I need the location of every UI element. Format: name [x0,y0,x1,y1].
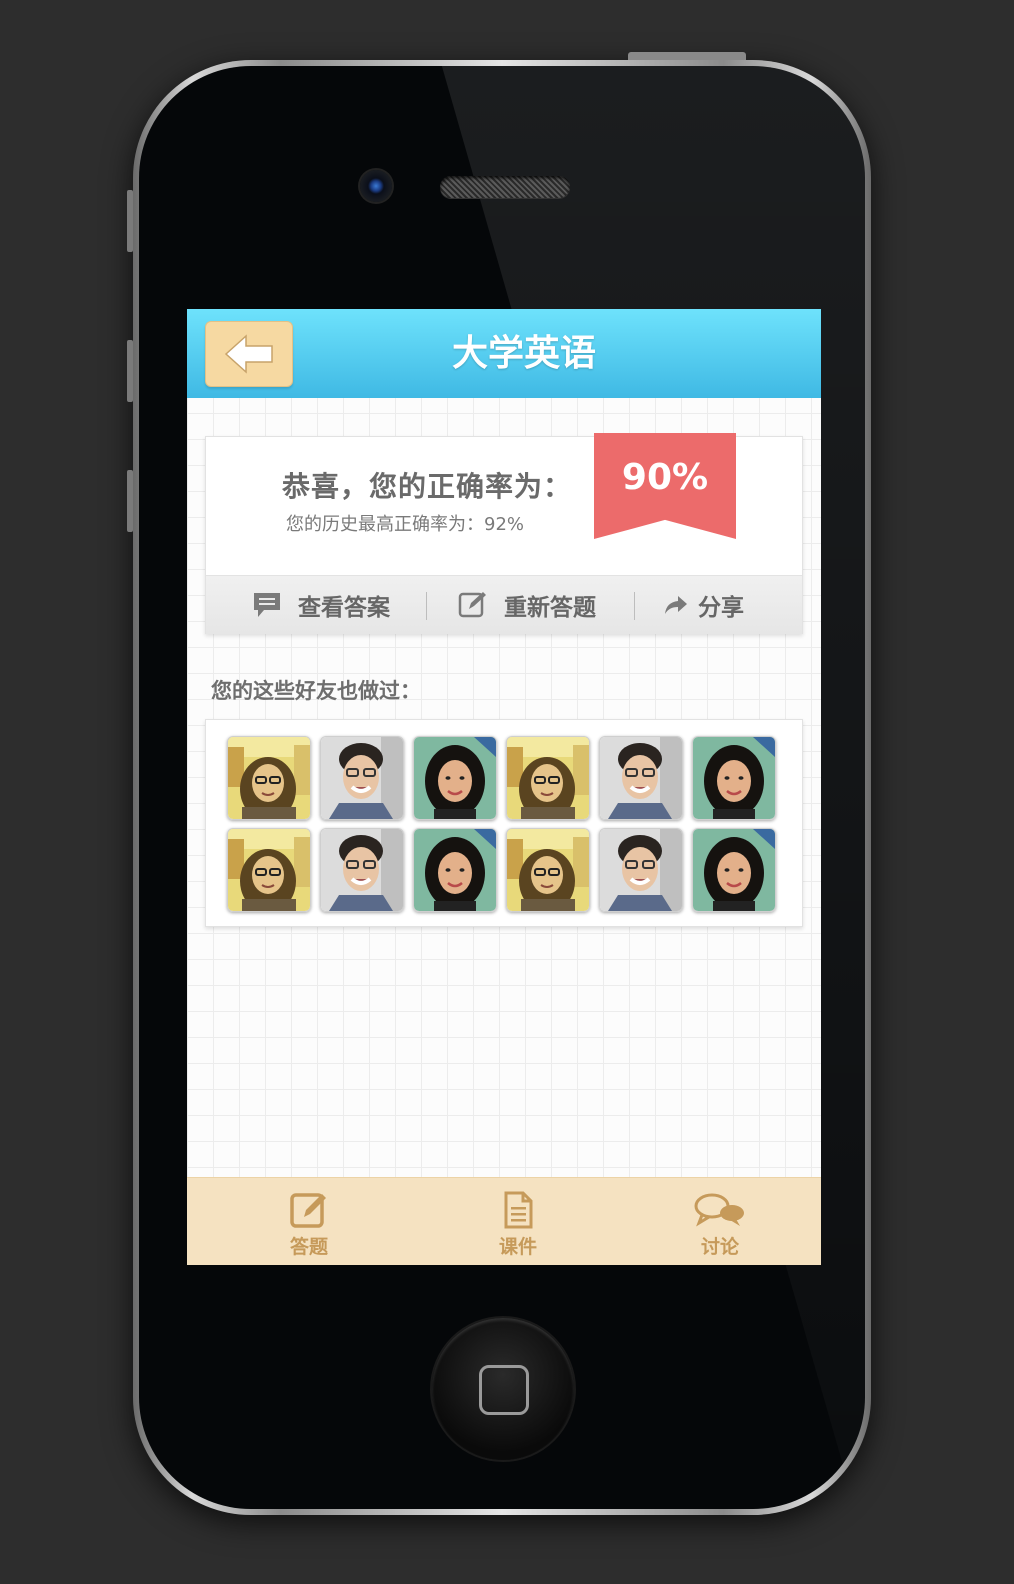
tab-discussion-label: 讨论 [700,1236,739,1258]
history-best-text: 您的历史最高正确率为：92% [286,514,525,535]
girl-glasses-avatar [507,829,589,911]
friend-avatar[interactable] [692,736,776,820]
friend-avatar[interactable] [506,736,590,820]
back-button[interactable] [205,321,293,387]
home-square-icon [479,1365,529,1415]
tab-answer[interactable]: 答题 [249,1178,369,1265]
earpiece-speaker [440,176,570,198]
friends-grid [205,719,803,927]
home-button[interactable] [432,1318,574,1460]
score-value: 90% [621,457,709,498]
back-arrow-icon [224,334,273,374]
volume-down-button [127,470,133,532]
share-label: 分享 [698,595,744,621]
result-card: 恭喜，您的正确率为： 您的历史最高正确率为：92% 90% 查看答案 重新答题 [205,433,803,634]
congrats-text: 恭喜，您的正确率为： [282,470,573,503]
score-ribbon: 90% [594,433,736,539]
volume-up-button [127,340,133,402]
view-answers-button[interactable]: 查看答案 [252,576,390,634]
document-icon [504,1191,533,1229]
friend-avatar[interactable] [413,736,497,820]
friend-avatar[interactable] [599,828,683,912]
tab-discussion[interactable]: 讨论 [660,1178,780,1265]
girl-glasses-avatar [228,737,310,819]
woman-avatar [414,829,496,911]
friend-avatar[interactable] [506,828,590,912]
woman-avatar [693,829,775,911]
friend-avatar[interactable] [320,736,404,820]
chat-icon [694,1193,744,1227]
tab-courseware[interactable]: 课件 [458,1178,578,1265]
friend-avatar[interactable] [413,828,497,912]
front-camera [360,170,392,202]
man-glasses-avatar [321,737,403,819]
man-glasses-avatar [600,737,682,819]
edit-icon [290,1193,326,1228]
retry-button[interactable]: 重新答题 [458,576,596,634]
action-divider [634,592,635,620]
friend-avatar[interactable] [320,828,404,912]
tab-bar: 答题 课件 讨论 [187,1177,821,1265]
friend-avatar[interactable] [599,736,683,820]
friend-avatar[interactable] [227,736,311,820]
man-glasses-avatar [600,829,682,911]
mute-switch [127,190,133,252]
app-screen: 大学英语 恭喜，您的正确率为： 您的历史最高正确率为：92% 90% 查看答案 [187,309,821,1265]
power-button [628,52,746,60]
navbar: 大学英语 [187,309,821,398]
tab-answer-label: 答题 [289,1236,328,1258]
share-button[interactable]: 分享 [664,576,744,634]
woman-avatar [414,737,496,819]
retry-label: 重新答题 [504,595,596,621]
tab-courseware-label: 课件 [498,1236,537,1258]
woman-avatar [693,737,775,819]
action-divider [426,592,427,620]
girl-glasses-avatar [507,737,589,819]
action-bar: 查看答案 重新答题 分享 [206,575,802,634]
view-answers-label: 查看答案 [298,595,390,621]
comment-icon [254,593,280,617]
friend-avatar[interactable] [227,828,311,912]
edit-icon [458,592,486,618]
friends-heading: 您的这些好友也做过： [211,679,421,703]
share-icon [665,596,687,614]
man-glasses-avatar [321,829,403,911]
girl-glasses-avatar [228,829,310,911]
friend-avatar[interactable] [692,828,776,912]
